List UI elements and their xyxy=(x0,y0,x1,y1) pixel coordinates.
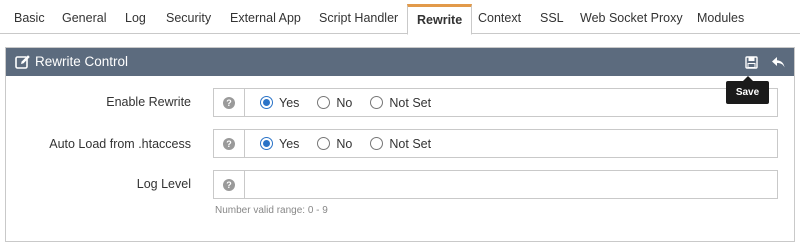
radio-unchecked-icon[interactable] xyxy=(370,96,384,109)
tab-context[interactable]: Context xyxy=(478,4,521,33)
log-level-help-button[interactable]: ? xyxy=(214,171,245,198)
tab-modules[interactable]: Modules xyxy=(697,4,744,33)
radio-unchecked-icon[interactable] xyxy=(370,137,384,150)
radio-label: Not Set xyxy=(389,95,432,110)
tab-basic[interactable]: Basic xyxy=(14,4,45,33)
auto-load-label: Auto Load from .htaccess xyxy=(49,137,191,151)
help-icon: ? xyxy=(223,137,235,150)
auto-load-field: ? Yes No Not Set xyxy=(213,129,778,158)
auto-load-radio-group: Yes No Not Set xyxy=(260,130,449,157)
enable-rewrite-label: Enable Rewrite xyxy=(106,95,191,109)
tab-log[interactable]: Log xyxy=(125,4,146,33)
tab-web-socket-proxy[interactable]: Web Socket Proxy xyxy=(580,4,683,33)
tab-ssl[interactable]: SSL xyxy=(540,4,564,33)
radio-label: Yes xyxy=(279,95,300,110)
radio-label: No xyxy=(336,95,353,110)
panel-title: Rewrite Control xyxy=(35,54,129,69)
save-icon[interactable] xyxy=(740,52,762,72)
radio-unchecked-icon[interactable] xyxy=(317,137,331,150)
enable-rewrite-radio-group: Yes No Not Set xyxy=(260,89,449,116)
radio-label: Yes xyxy=(279,136,300,151)
tab-external-app[interactable]: External App xyxy=(230,4,301,33)
tab-rewrite[interactable]: Rewrite xyxy=(407,4,473,35)
undo-icon[interactable] xyxy=(767,52,789,72)
auto-load-yes[interactable]: Yes xyxy=(260,137,299,151)
edit-icon xyxy=(15,54,31,70)
log-level-hint: Number valid range: 0 - 9 xyxy=(215,205,328,216)
log-level-input[interactable] xyxy=(246,171,777,198)
help-icon: ? xyxy=(223,178,235,191)
tab-bar: Basic General Log Security External App … xyxy=(0,0,800,35)
enable-rewrite-not-set[interactable]: Not Set xyxy=(370,96,431,110)
auto-load-not-set[interactable]: Not Set xyxy=(370,137,431,151)
tab-security[interactable]: Security xyxy=(166,4,211,33)
enable-rewrite-yes[interactable]: Yes xyxy=(260,96,299,110)
log-level-label: Log Level xyxy=(136,177,191,191)
radio-label: No xyxy=(336,136,353,151)
radio-unchecked-icon[interactable] xyxy=(317,96,331,109)
enable-rewrite-help-button[interactable]: ? xyxy=(214,89,245,116)
radio-checked-icon[interactable] xyxy=(260,96,273,109)
help-icon: ? xyxy=(223,96,235,109)
auto-load-no[interactable]: No xyxy=(317,137,352,151)
tab-general[interactable]: General xyxy=(62,4,106,33)
save-tooltip: Save xyxy=(726,81,769,104)
radio-checked-icon[interactable] xyxy=(260,137,273,150)
auto-load-help-button[interactable]: ? xyxy=(214,130,245,157)
panel-header: Rewrite Control xyxy=(6,48,794,76)
radio-label: Not Set xyxy=(389,136,432,151)
log-level-field: ? xyxy=(213,170,778,199)
enable-rewrite-no[interactable]: No xyxy=(317,96,352,110)
enable-rewrite-field: ? Yes No Not Set xyxy=(213,88,778,117)
tab-script-handler[interactable]: Script Handler xyxy=(319,4,398,33)
